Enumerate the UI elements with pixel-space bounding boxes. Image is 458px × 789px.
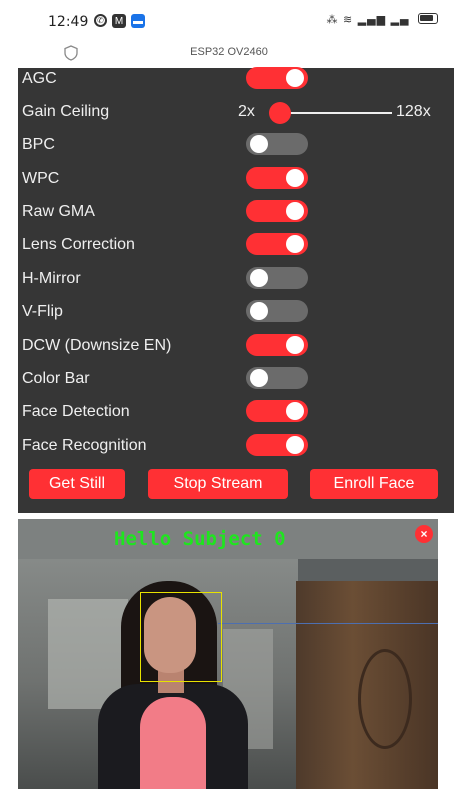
- color-bar-label: Color Bar: [22, 370, 90, 387]
- camera-settings-panel: AGC Gain Ceiling 2x 128x BPC WPC Raw GMA…: [18, 66, 454, 513]
- toggle-knob: [286, 169, 304, 187]
- face-detection-box: [140, 592, 222, 682]
- camera-stream: Hello Subject 0 ×: [18, 519, 438, 789]
- dcw-row: DCW (Downsize EN): [18, 333, 454, 366]
- agc-label: AGC: [22, 70, 57, 87]
- lens-correction-toggle[interactable]: [246, 233, 308, 255]
- agc-row: AGC: [18, 66, 454, 99]
- mail-icon: M: [112, 14, 126, 28]
- get-still-button[interactable]: Get Still: [29, 469, 125, 499]
- bpc-toggle[interactable]: [246, 133, 308, 155]
- face-recognition-toggle[interactable]: [246, 434, 308, 456]
- toggle-knob: [286, 69, 304, 87]
- gain-ceiling-max-label: 128x: [396, 103, 431, 120]
- bpc-row: BPC: [18, 132, 454, 165]
- toggle-knob: [286, 336, 304, 354]
- h-mirror-row: H-Mirror: [18, 266, 454, 299]
- toggle-knob: [286, 202, 304, 220]
- raw-gma-row: Raw GMA: [18, 199, 454, 232]
- toggle-knob: [286, 436, 304, 454]
- raw-gma-label: Raw GMA: [22, 203, 95, 220]
- status-time: 12:49: [48, 14, 89, 30]
- toggle-knob: [286, 402, 304, 420]
- browser-url-bar[interactable]: ESP32 OV2460: [0, 40, 458, 68]
- door-carving: [358, 649, 412, 749]
- toggle-knob: [286, 235, 304, 253]
- lens-correction-row: Lens Correction: [18, 232, 454, 265]
- bpc-label: BPC: [22, 136, 55, 153]
- enroll-face-button[interactable]: Enroll Face: [310, 469, 438, 499]
- battery-icon: [418, 13, 438, 24]
- gain-ceiling-slider-thumb[interactable]: [269, 102, 291, 124]
- agc-toggle[interactable]: [246, 67, 308, 89]
- stop-stream-button[interactable]: Stop Stream: [148, 469, 288, 499]
- recognition-overlay-text: Hello Subject 0: [114, 528, 286, 550]
- wall-line: [218, 623, 438, 624]
- dcw-label: DCW (Downsize EN): [22, 337, 172, 354]
- lens-correction-label: Lens Correction: [22, 236, 135, 253]
- toggle-knob: [250, 269, 268, 287]
- status-bar: 12:49 ✆ M ▬ ⁂ ≋ ▂▄▆ ▂▄: [0, 0, 458, 40]
- dcw-toggle[interactable]: [246, 334, 308, 356]
- wpc-row: WPC: [18, 166, 454, 199]
- whatsapp-icon: ✆: [94, 14, 107, 27]
- face-detection-row: Face Detection: [18, 399, 454, 432]
- v-flip-toggle[interactable]: [246, 300, 308, 322]
- h-mirror-toggle[interactable]: [246, 267, 308, 289]
- toggle-knob: [250, 302, 268, 320]
- color-bar-row: Color Bar: [18, 366, 454, 399]
- gain-ceiling-min-label: 2x: [238, 103, 255, 120]
- chat-icon: ▬: [131, 14, 145, 28]
- h-mirror-label: H-Mirror: [22, 270, 81, 287]
- notification-icons: ✆ M ▬: [94, 14, 145, 28]
- face-detection-toggle[interactable]: [246, 400, 308, 422]
- gain-ceiling-label: Gain Ceiling: [22, 103, 110, 120]
- system-status-icons: ⁂ ≋ ▂▄▆ ▂▄: [326, 13, 438, 26]
- raw-gma-toggle[interactable]: [246, 200, 308, 222]
- close-stream-button[interactable]: ×: [415, 525, 433, 543]
- page-title: ESP32 OV2460: [190, 46, 268, 58]
- gain-ceiling-row: Gain Ceiling 2x 128x: [18, 99, 454, 132]
- face-recognition-label: Face Recognition: [22, 437, 147, 454]
- wpc-toggle[interactable]: [246, 167, 308, 189]
- network-icons: ⁂ ≋ ▂▄▆ ▂▄: [326, 13, 410, 26]
- wpc-label: WPC: [22, 170, 60, 187]
- v-flip-label: V-Flip: [22, 303, 63, 320]
- color-bar-toggle[interactable]: [246, 367, 308, 389]
- toggle-knob: [250, 369, 268, 387]
- v-flip-row: V-Flip: [18, 299, 454, 332]
- face-recognition-row: Face Recognition: [18, 433, 454, 466]
- gain-ceiling-slider-track[interactable]: [276, 112, 392, 114]
- subject-shirt: [140, 697, 206, 789]
- toggle-knob: [250, 135, 268, 153]
- face-detection-label: Face Detection: [22, 403, 130, 420]
